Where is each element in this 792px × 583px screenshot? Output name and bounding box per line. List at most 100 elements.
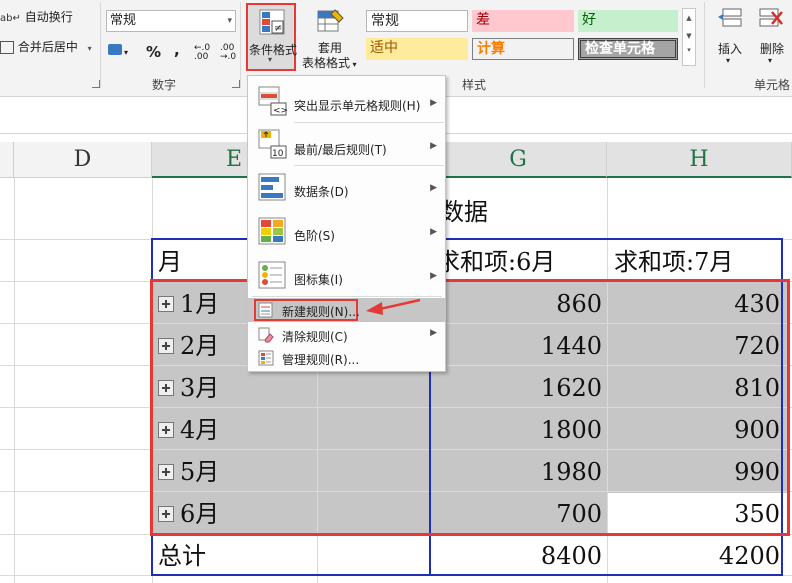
merge-center-label: 合并后居中 — [17, 40, 78, 54]
total-july-cell[interactable]: 4200 — [607, 536, 780, 576]
insert-label: 插入 — [718, 42, 743, 56]
number-format-value: 常规 — [110, 13, 137, 28]
currency-icon — [108, 44, 122, 55]
total-label-cell[interactable]: 总计 — [158, 536, 206, 576]
top-bottom-rules-icon: 10 — [258, 129, 287, 159]
decrease-decimal-button[interactable]: .00 →.0 — [220, 44, 236, 62]
chevron-down-icon: ▾ — [227, 16, 232, 26]
range-highlight-box — [150, 279, 790, 536]
delete-label: 删除 — [760, 42, 785, 56]
icon-sets-icon — [258, 261, 286, 289]
style-bad-label: 差 — [476, 12, 490, 28]
wrap-text-button[interactable]: ab↵ 自动换行 — [0, 8, 73, 25]
menu-item-label: 色阶(S) — [294, 229, 335, 243]
column-header-d[interactable]: D — [14, 142, 152, 178]
header-month-cell[interactable]: 月 — [158, 242, 182, 282]
merge-center-icon — [0, 41, 14, 54]
column-header-g[interactable]: G — [430, 142, 607, 178]
menu-item-clear-rules[interactable]: 清除规则(C) ▶ — [248, 324, 445, 346]
style-neutral-label: 适中 — [370, 40, 398, 56]
style-neutral[interactable]: 适中 — [366, 38, 468, 60]
menu-item-label: 突出显示单元格规则(H) — [294, 99, 421, 113]
style-calculation-label: 计算 — [477, 41, 505, 57]
scroll-down-icon: ▼ — [686, 32, 692, 40]
header-july-cell[interactable]: 求和项:7月 — [614, 242, 733, 282]
chevron-down-icon: ▾ — [87, 44, 92, 53]
style-good[interactable]: 好 — [578, 10, 678, 32]
menu-item-highlight-cells[interactable]: <> 突出显示单元格规则(H) ▶ — [248, 82, 445, 122]
cells-group-label: 单元格 — [754, 78, 791, 92]
menu-item-label: 最前/最后规则(T) — [294, 143, 387, 157]
number-format-dropdown[interactable]: 常规 ▾ — [106, 10, 236, 32]
menu-item-manage-rules[interactable]: 管理规则(R)... — [248, 347, 445, 369]
alignment-launcher-icon[interactable] — [92, 80, 100, 88]
menu-item-label: 数据条(D) — [294, 185, 349, 199]
menu-item-label: 管理规则(R)... — [282, 353, 360, 367]
chevron-down-icon: ▾ — [726, 56, 731, 65]
conditional-format-icon: ≠ — [259, 9, 285, 35]
menu-divider — [294, 122, 444, 123]
style-normal[interactable]: 常规 — [366, 10, 468, 32]
format-as-table-label-text: 表格格式 — [302, 56, 351, 70]
style-check-cell-label: 检查单元格 — [585, 41, 655, 57]
divider — [704, 2, 705, 88]
chevron-down-icon: ▾ — [268, 55, 273, 64]
number-launcher-icon[interactable] — [232, 80, 240, 88]
menu-item-label: 新建规则(N)... — [282, 305, 360, 319]
style-gallery-scrollbar[interactable]: ▲ ▼ ▾ — [682, 8, 696, 66]
menu-item-top-bottom[interactable]: 10 最前/最后规则(T) ▶ — [248, 125, 445, 165]
submenu-arrow-icon: ▶ — [430, 328, 437, 338]
svg-text:<>: <> — [273, 106, 288, 116]
svg-text:≠: ≠ — [274, 23, 282, 34]
eraser-icon — [258, 327, 274, 343]
increase-decimal-icon: ←.0.00 — [194, 43, 211, 62]
manage-rules-icon — [258, 350, 274, 366]
style-calculation[interactable]: 计算 — [472, 38, 574, 60]
format-as-table-label-2: 表格格式 ▾ — [302, 54, 357, 71]
delete-button[interactable]: 删除 ▾ — [752, 4, 792, 70]
accounting-format-button[interactable]: ▾ — [108, 44, 136, 62]
percent-button[interactable]: % — [146, 43, 161, 61]
style-bad[interactable]: 差 — [472, 10, 574, 32]
comma-button[interactable]: , — [174, 41, 180, 59]
wrap-text-label: 自动换行 — [24, 10, 73, 24]
row-header-corner[interactable] — [0, 142, 14, 178]
menu-item-color-scales[interactable]: 色阶(S) ▶ — [248, 213, 445, 253]
merge-center-button[interactable]: 合并后居中 ▾ — [0, 38, 92, 55]
divider — [100, 2, 101, 88]
column-header-h[interactable]: H — [607, 142, 792, 178]
submenu-arrow-icon: ▶ — [430, 183, 437, 193]
svg-text:10: 10 — [272, 149, 284, 159]
submenu-arrow-icon: ▶ — [430, 271, 437, 281]
conditional-formatting-button[interactable]: ≠ 条件格式 ▾ — [246, 3, 298, 71]
conditional-formatting-label: 条件格式 — [249, 43, 298, 57]
decrease-decimal-icon: .00 →.0 — [220, 43, 237, 62]
submenu-arrow-icon: ▶ — [430, 227, 437, 237]
scroll-up-icon: ▲ — [686, 14, 692, 22]
menu-item-label: 清除规则(C) — [282, 330, 348, 344]
chevron-down-icon: ▾ — [124, 48, 129, 57]
color-scales-icon — [258, 217, 286, 245]
conditional-formatting-menu: <> 突出显示单元格规则(H) ▶ 10 最前/最后规则(T) ▶ 数据条(D)… — [247, 75, 446, 372]
total-june-cell[interactable]: 8400 — [430, 536, 602, 576]
number-group-label: 数字 — [152, 78, 177, 92]
pivot-title-cell[interactable]: 数据 — [440, 192, 488, 232]
menu-item-data-bars[interactable]: 数据条(D) ▶ — [248, 169, 445, 209]
styles-group-label: 样式 — [462, 78, 487, 92]
style-check-cell[interactable]: 检查单元格 — [578, 38, 678, 60]
grid-col-line — [14, 178, 15, 583]
highlight-cells-rules-icon: <> — [258, 86, 288, 116]
more-styles-icon: ▾ — [687, 46, 691, 54]
format-as-table-button[interactable]: 套用 表格格式 ▾ — [300, 3, 362, 71]
submenu-arrow-icon: ▶ — [430, 141, 437, 151]
style-good-label: 好 — [582, 12, 596, 28]
increase-decimal-button[interactable]: ←.0.00 — [194, 44, 210, 62]
insert-button[interactable]: 插入 ▾ — [712, 4, 748, 70]
chevron-down-icon: ▾ — [768, 56, 773, 65]
chevron-down-icon: ▾ — [350, 60, 357, 69]
menu-item-icon-sets[interactable]: 图标集(I) ▶ — [248, 257, 445, 297]
header-june-cell[interactable]: 求和项:6月 — [436, 242, 555, 282]
data-bars-icon — [258, 173, 286, 201]
format-table-icon — [317, 9, 344, 32]
menu-divider — [294, 165, 444, 166]
